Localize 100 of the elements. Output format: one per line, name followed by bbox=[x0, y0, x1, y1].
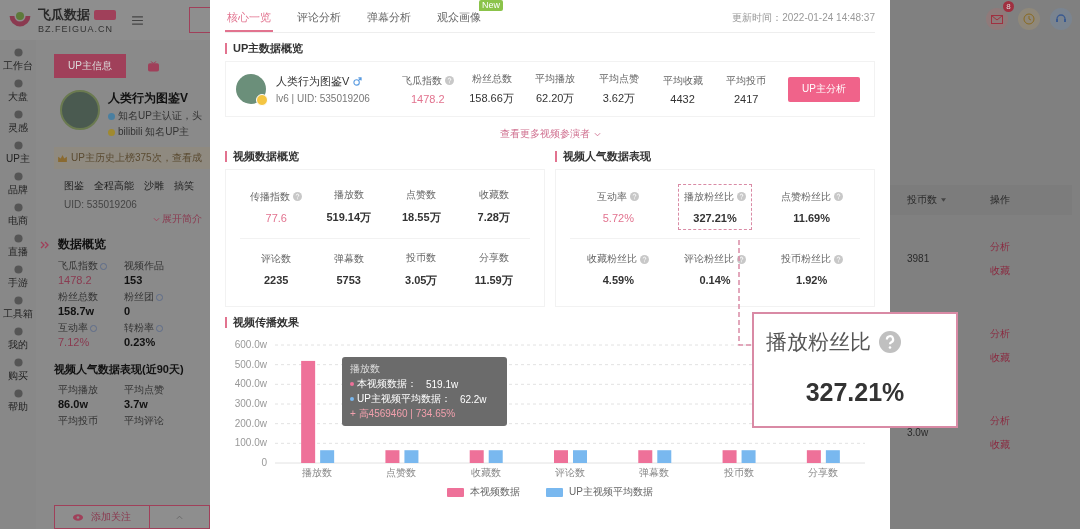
bar[interactable] bbox=[469, 450, 484, 463]
bar[interactable] bbox=[657, 450, 672, 463]
stat-value: 519.14万 bbox=[326, 210, 372, 226]
help-icon[interactable] bbox=[737, 254, 746, 264]
help-icon[interactable] bbox=[444, 76, 454, 85]
stat-label: 评论数 bbox=[261, 252, 292, 267]
sidebar-item[interactable]: 大盘 bbox=[8, 79, 28, 104]
help-icon[interactable] bbox=[156, 324, 163, 332]
profile-tab[interactable]: UP主信息 bbox=[54, 54, 126, 78]
category-label: 弹幕数 bbox=[639, 467, 670, 478]
tab[interactable]: 核心一览 bbox=[225, 10, 273, 32]
sidebar-item[interactable]: 手游 bbox=[8, 265, 28, 290]
axis-tick-label: 100.0w bbox=[234, 437, 267, 449]
menu-icon[interactable] bbox=[132, 15, 143, 25]
callout-value: 327.21% bbox=[805, 378, 905, 407]
follow-button[interactable]: 添加关注 bbox=[54, 505, 150, 529]
stat-label: 飞瓜指数 bbox=[58, 259, 98, 273]
help-icon[interactable] bbox=[100, 262, 107, 270]
caret-icon bbox=[153, 216, 160, 222]
tv-icon[interactable] bbox=[147, 60, 159, 72]
caret-icon bbox=[176, 514, 183, 520]
sidebar-item[interactable]: UP主 bbox=[6, 141, 30, 166]
sidebar-item[interactable]: 品牌 bbox=[8, 172, 28, 197]
bar[interactable] bbox=[385, 450, 400, 463]
help-icon[interactable] bbox=[90, 324, 97, 332]
verification-text: 知名UP主认证，头 bbox=[118, 109, 202, 123]
sort-caret-icon[interactable] bbox=[941, 198, 946, 202]
bar[interactable] bbox=[825, 450, 840, 463]
legend-swatch[interactable] bbox=[546, 487, 564, 497]
axis-tick-label: 600.0w bbox=[234, 339, 267, 350]
more-link[interactable]: 查看更多视频参演者 bbox=[499, 127, 601, 141]
bar[interactable] bbox=[301, 360, 316, 463]
tag[interactable]: 沙雕 bbox=[144, 179, 164, 193]
sidebar-item[interactable]: 直播 bbox=[8, 234, 28, 259]
bar[interactable] bbox=[554, 450, 568, 463]
stat-value: 1478.2 bbox=[58, 274, 93, 286]
help-icon[interactable] bbox=[833, 192, 843, 202]
section-title: 视频人气数据表现(近90天) bbox=[54, 362, 185, 377]
stat-label: 转粉率 bbox=[124, 321, 154, 335]
help-icon[interactable] bbox=[640, 254, 650, 264]
sidebar-item[interactable]: 我的 bbox=[8, 327, 28, 352]
tab[interactable]: 评论分析 bbox=[295, 10, 343, 32]
stat-label: 收藏数 bbox=[478, 188, 509, 203]
dot-icon bbox=[13, 265, 23, 274]
legend-label[interactable]: UP主视频平均数据 bbox=[569, 485, 653, 499]
bar[interactable] bbox=[573, 450, 587, 463]
stat-label: 投币粉丝比 bbox=[780, 252, 831, 267]
analysis-button[interactable]: UP主分析 bbox=[788, 76, 861, 102]
sidebar-item[interactable]: 购买 bbox=[8, 358, 28, 383]
bar[interactable] bbox=[638, 450, 653, 463]
stat-value: 5753 bbox=[336, 274, 361, 287]
help-icon[interactable] bbox=[156, 293, 163, 301]
category-label: 评论数 bbox=[555, 467, 585, 478]
stat-value: 4432 bbox=[670, 92, 695, 105]
section-title: 数据概览 bbox=[58, 236, 106, 253]
tag[interactable]: 图鉴 bbox=[64, 179, 84, 193]
legend-label[interactable]: 本视频数据 bbox=[470, 485, 521, 499]
stat-label: 粉丝总数 bbox=[471, 72, 512, 86]
help-icon[interactable] bbox=[630, 192, 640, 202]
sidebar-item[interactable]: 工作台 bbox=[3, 48, 33, 73]
tag[interactable]: 搞笑 bbox=[174, 179, 194, 193]
verification-text: bilibili 知名UP主 bbox=[118, 125, 190, 139]
stat-label: 弹幕数 bbox=[333, 252, 364, 267]
sidebar-item[interactable]: 工具箱 bbox=[3, 296, 33, 321]
stat-label: 播放数 bbox=[333, 188, 364, 203]
sidebar-item[interactable]: 灵感 bbox=[8, 110, 28, 135]
bar[interactable] bbox=[320, 450, 335, 463]
logo-icon bbox=[8, 11, 32, 29]
headset-icon[interactable] bbox=[1050, 8, 1072, 30]
help-icon[interactable] bbox=[737, 192, 746, 202]
clock-icon[interactable] bbox=[1018, 8, 1040, 30]
bar[interactable] bbox=[806, 450, 821, 463]
collapse-button[interactable] bbox=[150, 505, 210, 529]
help-icon[interactable] bbox=[833, 254, 843, 264]
bar[interactable] bbox=[722, 450, 737, 463]
eye-icon bbox=[73, 513, 83, 521]
help-icon[interactable] bbox=[293, 192, 303, 202]
sidebar-item[interactable]: 电商 bbox=[8, 203, 28, 228]
brand-name: 飞瓜数据 bbox=[38, 6, 90, 24]
channel-name: 人类行为图鉴V bbox=[276, 74, 350, 89]
bar[interactable] bbox=[741, 450, 756, 463]
stat-label: 平均播放 bbox=[535, 72, 576, 86]
bar[interactable] bbox=[488, 450, 503, 463]
stat-value: 0.23% bbox=[124, 336, 157, 348]
dot-icon bbox=[13, 358, 23, 367]
dot-icon bbox=[13, 141, 23, 150]
bar[interactable] bbox=[404, 450, 419, 463]
mail-icon[interactable] bbox=[986, 8, 1008, 30]
stat-value: 158.7w bbox=[58, 305, 96, 317]
tag[interactable]: 全程高能 bbox=[94, 179, 134, 193]
double-chevron-icon[interactable] bbox=[40, 240, 50, 249]
category-label: 分享数 bbox=[807, 467, 838, 478]
legend-swatch[interactable] bbox=[447, 487, 465, 497]
tab[interactable]: 观众画像 bbox=[435, 10, 483, 32]
stat-value: 7.28万 bbox=[477, 210, 510, 226]
stat-value: 1.92% bbox=[796, 274, 828, 287]
sidebar-item[interactable]: 帮助 bbox=[8, 389, 28, 414]
column-header[interactable]: 投币数 bbox=[907, 193, 937, 207]
stat-label: 视频作品 bbox=[124, 259, 164, 273]
tab[interactable]: 弹幕分析 bbox=[365, 10, 413, 32]
